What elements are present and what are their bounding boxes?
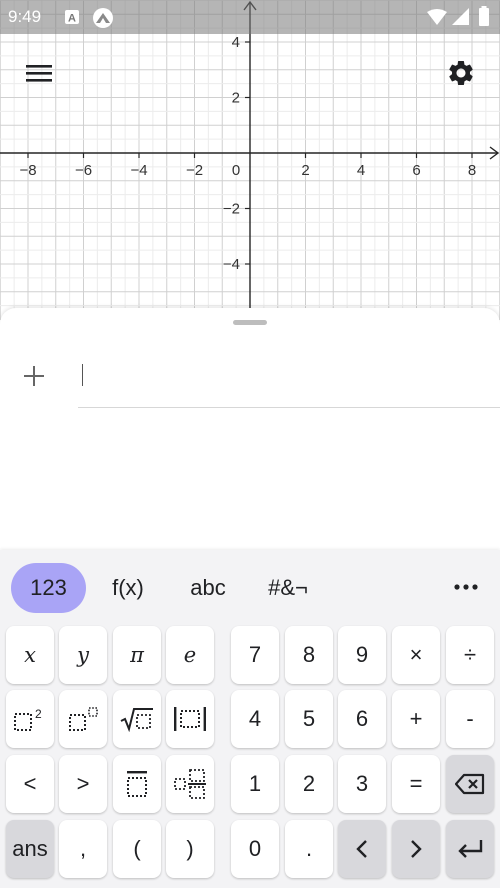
more-dots-icon: [454, 584, 478, 590]
y-tick-label: −2: [223, 201, 240, 218]
key-7[interactable]: 7: [231, 626, 279, 684]
key-mean[interactable]: [113, 755, 161, 813]
x-tick-label: 4: [357, 162, 365, 179]
key-minus[interactable]: -: [446, 690, 494, 748]
key-3[interactable]: 3: [338, 755, 386, 813]
a-notification-icon: A: [64, 9, 80, 30]
math-keyboard: 123 f(x) abc #&¬ x y π e 7 8 9 × ÷ 2 4 5…: [0, 550, 500, 888]
key-right-paren[interactable]: ): [166, 820, 214, 878]
status-time: 9:49: [8, 7, 42, 26]
key-8[interactable]: 8: [285, 626, 333, 684]
key-equals[interactable]: =: [392, 755, 440, 813]
y-tick-label: −4: [223, 256, 240, 273]
square-template-icon: 2: [14, 707, 42, 731]
more-options-button[interactable]: [440, 570, 492, 604]
x-tick-label: −8: [19, 162, 36, 179]
key-power[interactable]: [59, 690, 107, 748]
x-tick-label: −2: [186, 162, 203, 179]
chevron-left-icon: [356, 840, 367, 858]
x-tick-label: 6: [412, 162, 420, 179]
key-ans[interactable]: ans: [6, 820, 54, 878]
backspace-icon: [455, 773, 485, 795]
text-caret: [82, 364, 83, 386]
key-decimal[interactable]: .: [285, 820, 333, 878]
y-tick-label: 2: [232, 90, 240, 107]
key-divide[interactable]: ÷: [446, 626, 494, 684]
key-9[interactable]: 9: [338, 626, 386, 684]
x-tick-label: 0: [232, 162, 240, 179]
add-item-button[interactable]: [20, 362, 48, 390]
menu-button[interactable]: [20, 56, 58, 90]
key-6[interactable]: 6: [338, 690, 386, 748]
key-0[interactable]: 0: [231, 820, 279, 878]
wifi-icon: [427, 9, 447, 30]
fraction-template-icon: [174, 769, 206, 799]
key-5[interactable]: 5: [285, 690, 333, 748]
graphing-canvas[interactable]: −8 −6 −4 −2 0 2 4 6 8 4 2 −2 −4: [0, 0, 500, 320]
x-tick-label: −4: [130, 162, 147, 179]
key-absolute[interactable]: [166, 690, 214, 748]
key-plus[interactable]: +: [392, 690, 440, 748]
key-1[interactable]: 1: [231, 755, 279, 813]
signal-icon: [452, 8, 469, 30]
battery-icon: [478, 6, 490, 31]
cursor-left-key[interactable]: [338, 820, 386, 878]
key-comma[interactable]: ,: [59, 820, 107, 878]
tab-123[interactable]: 123: [11, 563, 86, 613]
y-tick-label: 4: [232, 34, 240, 51]
svg-text:2: 2: [35, 707, 42, 721]
status-bar: 9:49 A: [0, 0, 500, 34]
key-sqrt[interactable]: [113, 690, 161, 748]
key-4[interactable]: 4: [231, 690, 279, 748]
key-e[interactable]: e: [166, 626, 214, 684]
coordinate-grid: −8 −6 −4 −2 0 2 4 6 8 4 2 −2 −4: [0, 0, 500, 320]
tab-symbols[interactable]: #&¬: [258, 563, 318, 613]
x-tick-label: 8: [468, 162, 476, 179]
drag-handle[interactable]: [233, 320, 267, 325]
square-root-icon: [120, 708, 153, 732]
enter-key[interactable]: [446, 820, 494, 878]
key-subscript-fraction[interactable]: [166, 755, 214, 813]
key-greater-than[interactable]: >: [59, 755, 107, 813]
backspace-key[interactable]: [446, 755, 494, 813]
hamburger-menu-icon: [26, 65, 52, 82]
svg-text:A: A: [68, 13, 76, 25]
algebra-input[interactable]: [78, 348, 500, 408]
gear-icon: [449, 60, 473, 85]
key-left-paren[interactable]: (: [113, 820, 161, 878]
key-square[interactable]: 2: [6, 690, 54, 748]
x-tick-label: −6: [75, 162, 92, 179]
cursor-right-key[interactable]: [392, 820, 440, 878]
key-y[interactable]: y: [59, 626, 107, 684]
power-template-icon: [69, 707, 98, 731]
tab-abc[interactable]: abc: [178, 563, 238, 613]
key-2[interactable]: 2: [285, 755, 333, 813]
settings-button[interactable]: [440, 54, 482, 92]
algebra-panel: [0, 308, 500, 558]
key-multiply[interactable]: ×: [392, 626, 440, 684]
enter-return-icon: [458, 840, 483, 858]
key-x[interactable]: x: [6, 626, 54, 684]
absolute-value-icon: [174, 707, 206, 731]
tab-functions[interactable]: f(x): [98, 563, 158, 613]
x-tick-label: 2: [301, 162, 309, 179]
key-pi[interactable]: π: [113, 626, 161, 684]
overline-template-icon: [127, 771, 147, 797]
plus-icon: [24, 366, 44, 386]
app-notification-icon: [92, 7, 114, 34]
chevron-right-icon: [411, 840, 422, 858]
key-less-than[interactable]: <: [6, 755, 54, 813]
